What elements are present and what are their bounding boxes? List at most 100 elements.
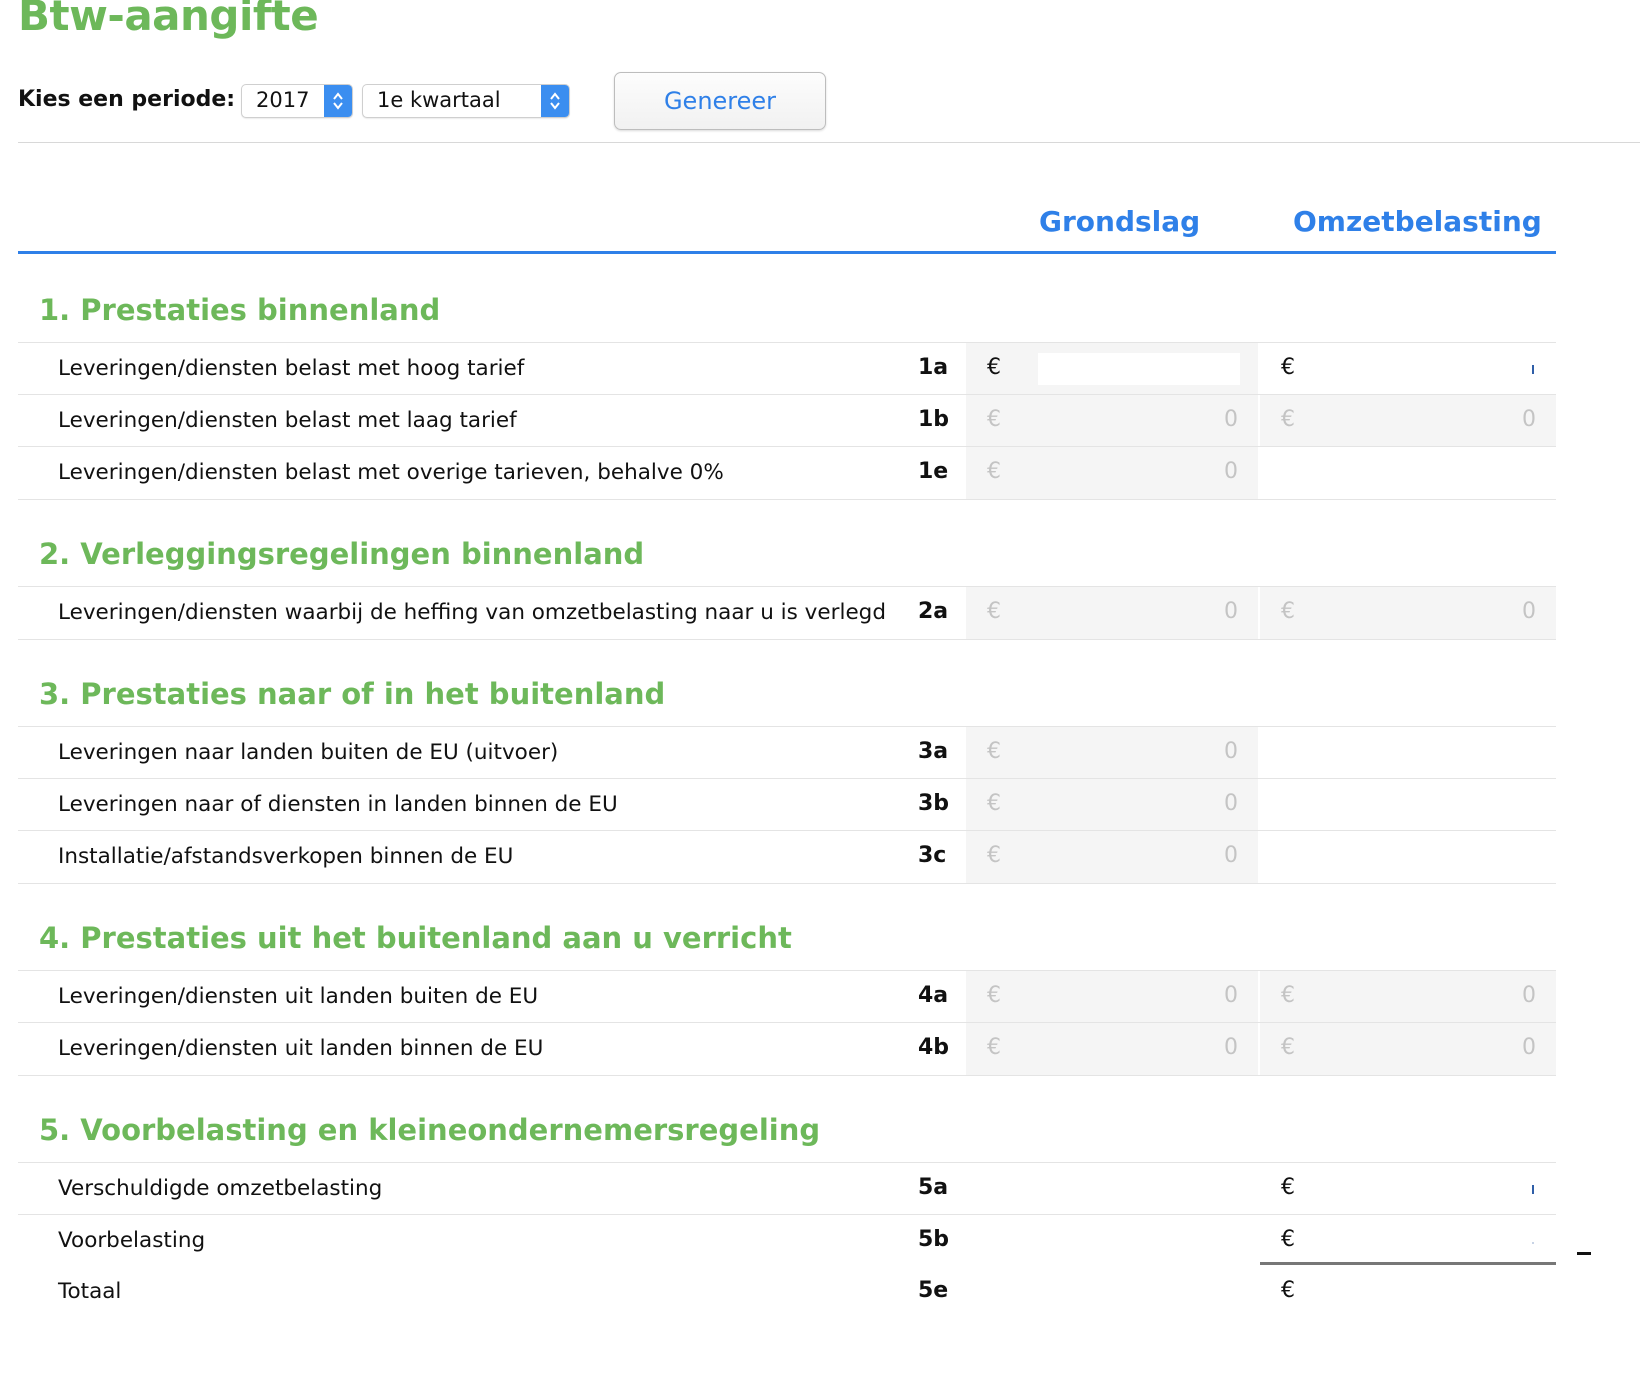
- row-label: Leveringen naar landen buiten de EU (uit…: [58, 740, 559, 765]
- year-select-value: 2017: [256, 88, 310, 112]
- section-title: 1. Prestaties binnenland: [39, 293, 441, 327]
- omzetbelasting-cell: €: [1260, 1266, 1556, 1318]
- placeholder-value: 0: [1224, 1035, 1238, 1060]
- value-cursor: [1532, 365, 1534, 374]
- grondslag-input-4b[interactable]: € 0: [966, 1023, 1258, 1075]
- quarter-select-value: 1e kwartaal: [377, 88, 501, 112]
- row-label: Totaal: [58, 1279, 122, 1304]
- table-row: Leveringen naar landen buiten de EU (uit…: [18, 726, 1556, 779]
- section-title: 3. Prestaties naar of in het buitenland: [39, 677, 666, 711]
- euro-symbol: €: [987, 1035, 1001, 1060]
- row-label: Leveringen/diensten uit landen buiten de…: [58, 984, 539, 1009]
- quarter-select[interactable]: 1e kwartaal: [362, 84, 570, 118]
- placeholder-value: 0: [1522, 599, 1536, 624]
- omzetbelasting-input-4a[interactable]: € 0: [1260, 971, 1556, 1023]
- grondslag-input-1e[interactable]: € 0: [966, 447, 1258, 499]
- omzetbelasting-cell: €: [1260, 343, 1556, 395]
- placeholder-value: 0: [1224, 791, 1238, 816]
- placeholder-value: 0: [1522, 983, 1536, 1008]
- row-label: Voorbelasting: [58, 1228, 206, 1253]
- row-label: Leveringen/diensten belast met hoog tari…: [58, 356, 525, 381]
- row-code: 5b: [918, 1227, 950, 1252]
- header-divider: [18, 142, 1640, 143]
- table-row: Leveringen/diensten belast met laag tari…: [18, 394, 1556, 447]
- select-arrows-icon: [324, 85, 352, 117]
- omzetbelasting-cell: €: [1260, 1163, 1556, 1215]
- row-code: 4b: [918, 1035, 950, 1060]
- euro-symbol: €: [1281, 983, 1295, 1008]
- table-row: Verschuldigde omzetbelasting 5a €: [18, 1162, 1556, 1215]
- select-arrows-icon: [541, 85, 569, 117]
- sum-rule: [1260, 1262, 1556, 1265]
- omzetbelasting-cell: € 0: [1260, 395, 1556, 447]
- euro-symbol: €: [987, 739, 1001, 764]
- row-code: 2a: [918, 599, 949, 624]
- minus-icon: [1577, 1252, 1591, 1255]
- euro-symbol: €: [987, 791, 1001, 816]
- row-label: Verschuldigde omzetbelasting: [58, 1176, 383, 1201]
- section-title: 4. Prestaties uit het buitenland aan u v…: [39, 921, 792, 955]
- section-title: 5. Voorbelasting en kleineondernemersreg…: [39, 1113, 821, 1147]
- table-row: Leveringen/diensten belast met hoog tari…: [18, 342, 1556, 395]
- page-title: Btw-aangifte: [18, 0, 319, 40]
- row-label: Leveringen/diensten belast met overige t…: [58, 460, 724, 485]
- euro-symbol: €: [1281, 355, 1295, 380]
- section-title: 2. Verleggingsregelingen binnenland: [39, 537, 645, 571]
- euro-symbol: €: [987, 599, 1001, 624]
- row-label: Leveringen/diensten belast met laag tari…: [58, 408, 517, 433]
- row-code: 3b: [918, 791, 950, 816]
- euro-symbol: €: [987, 407, 1001, 432]
- euro-symbol: €: [987, 983, 1001, 1008]
- omzetbelasting-input-2a[interactable]: € 0: [1260, 587, 1556, 639]
- grondslag-cell: €: [966, 343, 1258, 395]
- grondslag-input-4a[interactable]: € 0: [966, 971, 1258, 1023]
- btw-aangifte-form: Btw-aangifte Kies een periode: 2017 1e k…: [0, 0, 1640, 1380]
- row-code: 5e: [918, 1278, 949, 1303]
- row-code: 3a: [918, 739, 949, 764]
- computed-value: 0: [1522, 407, 1536, 432]
- table-row: Totaal 5e €: [18, 1266, 1556, 1318]
- column-header-grondslag: Grondslag: [1039, 205, 1201, 238]
- placeholder-value: 0: [1224, 459, 1238, 484]
- placeholder-value: 0: [1224, 983, 1238, 1008]
- grondslag-input-3c[interactable]: € 0: [966, 831, 1258, 883]
- year-select[interactable]: 2017: [241, 84, 353, 118]
- row-label: Leveringen naar of diensten in landen bi…: [58, 792, 618, 817]
- grondslag-input-1b[interactable]: € 0: [966, 395, 1258, 447]
- grondslag-input-2a[interactable]: € 0: [966, 587, 1258, 639]
- value-cursor: [1532, 1242, 1534, 1244]
- euro-symbol: €: [1281, 599, 1295, 624]
- row-code: 5a: [918, 1175, 949, 1200]
- euro-symbol: €: [1281, 1035, 1295, 1060]
- euro-symbol: €: [1281, 1175, 1295, 1200]
- euro-symbol: €: [987, 843, 1001, 868]
- header-rule: [18, 251, 1556, 254]
- placeholder-value: 0: [1522, 1035, 1536, 1060]
- table-row: Voorbelasting 5b €: [18, 1214, 1556, 1267]
- euro-symbol: €: [1281, 1227, 1295, 1252]
- generate-button[interactable]: Genereer: [614, 72, 826, 130]
- grondslag-input-1a[interactable]: [1038, 353, 1240, 385]
- table-row: Installatie/afstandsverkopen binnen de E…: [18, 830, 1556, 884]
- column-header-omzetbelasting: Omzetbelasting: [1293, 205, 1542, 238]
- table-row: Leveringen/diensten belast met overige t…: [18, 446, 1556, 500]
- table-row: Leveringen/diensten uit landen buiten de…: [18, 970, 1556, 1023]
- row-label: Leveringen/diensten uit landen binnen de…: [58, 1036, 544, 1061]
- row-code: 4a: [918, 983, 949, 1008]
- row-label: Leveringen/diensten waarbij de heffing v…: [58, 600, 886, 625]
- omzetbelasting-input-4b[interactable]: € 0: [1260, 1023, 1556, 1075]
- value-cursor: [1532, 1185, 1534, 1194]
- row-code: 1e: [918, 459, 949, 484]
- period-label: Kies een periode:: [18, 87, 236, 112]
- grondslag-input-3b[interactable]: € 0: [966, 779, 1258, 831]
- euro-symbol: €: [987, 459, 1001, 484]
- row-label: Installatie/afstandsverkopen binnen de E…: [58, 844, 514, 869]
- grondslag-input-3a[interactable]: € 0: [966, 727, 1258, 779]
- placeholder-value: 0: [1224, 843, 1238, 868]
- row-code: 1a: [918, 355, 949, 380]
- euro-symbol: €: [1281, 1278, 1295, 1303]
- omzetbelasting-cell: €: [1260, 1215, 1556, 1267]
- table-row: Leveringen/diensten waarbij de heffing v…: [18, 586, 1556, 640]
- euro-symbol: €: [987, 355, 1001, 380]
- table-row: Leveringen naar of diensten in landen bi…: [18, 778, 1556, 831]
